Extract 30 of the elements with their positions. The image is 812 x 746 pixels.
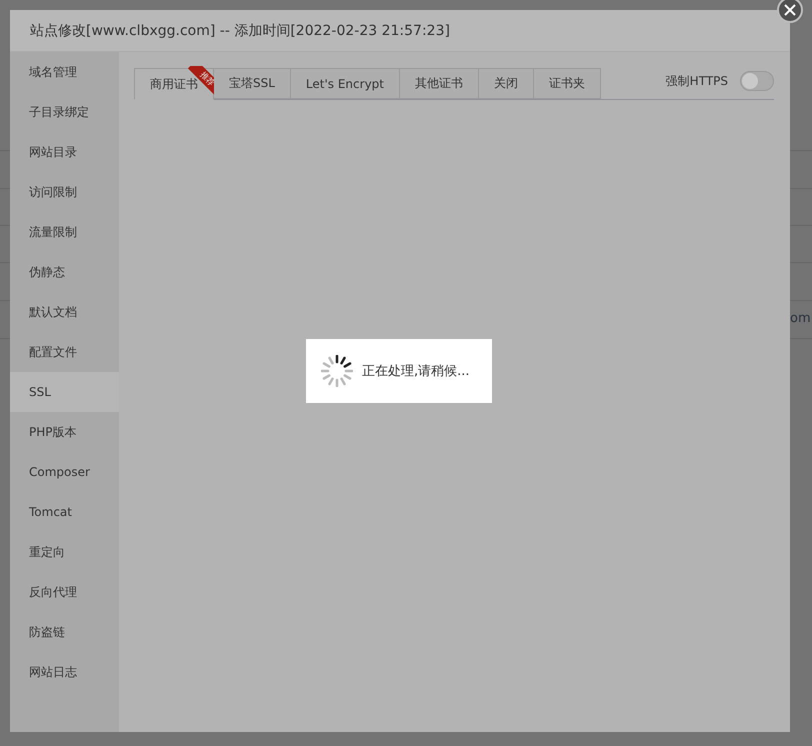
sidebar-item[interactable]: 配置文件 (10, 332, 119, 372)
loading-message: 正在处理,请稍候... (362, 363, 470, 380)
sidebar-item[interactable]: Tomcat (10, 492, 119, 532)
close-icon (784, 4, 796, 16)
sidebar-item[interactable]: 默认文档 (10, 292, 119, 332)
tab[interactable]: 宝塔SSL (214, 68, 291, 99)
sidebar-item[interactable]: 流量限制 (10, 212, 119, 252)
sidebar-item[interactable]: 网站日志 (10, 652, 119, 692)
sidebar-item[interactable]: SSL (10, 372, 119, 412)
close-button[interactable] (777, 0, 803, 23)
sidebar-item[interactable]: PHP版本 (10, 412, 119, 452)
sidebar-item[interactable]: 域名管理 (10, 52, 119, 92)
sidebar-item[interactable]: Composer (10, 452, 119, 492)
tab[interactable]: 商用证书 推荐 (134, 68, 214, 100)
toggle-switch[interactable] (740, 71, 774, 91)
tab[interactable]: 其他证书 (400, 68, 479, 99)
sidebar-item[interactable]: 访问限制 (10, 172, 119, 212)
spinner-icon (321, 355, 353, 387)
sidebar-item[interactable]: 伪静态 (10, 252, 119, 292)
sidebar-item[interactable]: 网站目录 (10, 132, 119, 172)
sidebar-item[interactable]: 防盗链 (10, 612, 119, 652)
sidebar-item[interactable]: 子目录绑定 (10, 92, 119, 132)
toggle-label: 强制HTTPS (666, 72, 728, 90)
tab[interactable]: 关闭 (479, 68, 534, 99)
background-text: om (790, 311, 811, 326)
sidebar-item[interactable]: 重定向 (10, 532, 119, 572)
tab[interactable]: Let's Encrypt (290, 68, 400, 99)
dialog-title: 站点修改[www.clbxgg.com] -- 添加时间[2022-02-23 21:57:23] (30, 22, 450, 40)
tab[interactable]: 证书夹 (534, 68, 601, 99)
sidebar-item[interactable]: 反向代理 (10, 572, 119, 612)
